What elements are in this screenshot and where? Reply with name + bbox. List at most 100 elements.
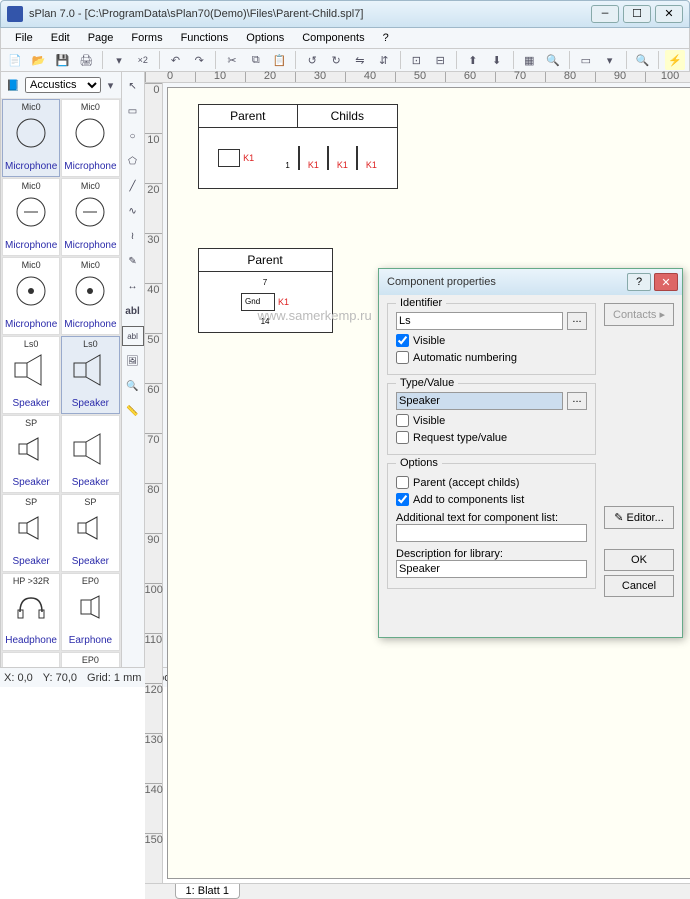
library-item[interactable]: HP >32RHeadphone — [2, 573, 60, 651]
search-icon[interactable]: 🔍 — [543, 50, 563, 70]
library-item[interactable]: Mic0Microphone — [2, 178, 60, 256]
redo-icon[interactable]: ↷ — [189, 50, 209, 70]
library-item[interactable]: Mic0Microphone — [2, 99, 60, 177]
dialog-titlebar[interactable]: Component properties ? ✕ — [379, 269, 682, 295]
editor-button[interactable]: ✎ Editor... — [604, 506, 674, 529]
menu-functions[interactable]: Functions — [173, 30, 237, 46]
contacts-button[interactable]: Contacts ▸ — [604, 303, 674, 326]
rotate-right-icon[interactable]: ↻ — [326, 50, 346, 70]
typevalue-visible-check[interactable]: Visible — [396, 414, 587, 427]
dimension-icon[interactable]: ↔ — [122, 276, 144, 296]
menu-help[interactable]: ? — [375, 30, 397, 46]
library-item[interactable]: Mic0Microphone — [2, 257, 60, 335]
menu-edit[interactable]: Edit — [43, 30, 78, 46]
typevalue-request-check[interactable]: Request type/value — [396, 431, 587, 444]
group-icon[interactable]: ⊡ — [406, 50, 426, 70]
grid-icon[interactable]: ▦ — [519, 50, 539, 70]
library-item[interactable]: SPSpeaker — [61, 494, 119, 572]
minimize-button[interactable]: — — [591, 5, 619, 23]
menu-components[interactable]: Components — [294, 30, 372, 46]
typevalue-input[interactable] — [396, 392, 563, 410]
magnify-icon[interactable]: 🔍 — [632, 50, 652, 70]
zoom-dropdown-icon[interactable]: ▾ — [109, 50, 129, 70]
library-item[interactable]: SPSpeaker — [2, 494, 60, 572]
paste-icon[interactable]: 📋 — [270, 50, 290, 70]
parent-check[interactable]: Parent (accept childs) — [396, 476, 587, 489]
copy-icon[interactable]: ⧉ — [246, 50, 266, 70]
contact-icon — [356, 146, 358, 170]
mirror-h-icon[interactable]: ⇋ — [350, 50, 370, 70]
library-item[interactable]: SPSpeaker — [2, 415, 60, 493]
zoom2x-icon[interactable]: ×2 — [133, 50, 153, 70]
rotate-left-icon[interactable]: ↺ — [302, 50, 322, 70]
measure-icon[interactable]: 📏 — [122, 401, 144, 421]
lightning-icon[interactable]: ⚡ — [665, 50, 685, 70]
identifier-group: Identifier ... Visible Automatic numberi… — [387, 303, 596, 375]
save-icon[interactable]: 💾 — [53, 50, 73, 70]
library-item[interactable]: EP0 — [61, 652, 119, 667]
addlist-check[interactable]: Add to components list — [396, 493, 587, 506]
identifier-input[interactable] — [396, 312, 563, 330]
arrow-icon[interactable]: ↖ — [122, 76, 144, 96]
library-item[interactable]: Ls0Speaker — [61, 336, 119, 414]
col-parent2: Parent — [199, 249, 332, 271]
k-label: K1 — [243, 153, 254, 163]
ungroup-icon[interactable]: ⊟ — [430, 50, 450, 70]
circle-icon[interactable]: ○ — [122, 126, 144, 146]
freehand-icon[interactable]: ✎ — [122, 251, 144, 271]
ok-button[interactable]: OK — [604, 549, 674, 571]
identifier-visible-check[interactable]: Visible — [396, 334, 587, 347]
print-icon[interactable]: 🖨 — [76, 50, 96, 70]
menu-file[interactable]: File — [7, 30, 41, 46]
addtext-input[interactable] — [396, 524, 587, 542]
menu-options[interactable]: Options — [238, 30, 292, 46]
back-icon[interactable]: ⬇ — [487, 50, 507, 70]
bezier-icon[interactable]: ≀ — [122, 226, 144, 246]
curve-icon[interactable]: ∿ — [122, 201, 144, 221]
menu-page[interactable]: Page — [80, 30, 122, 46]
page-icon[interactable]: ▭ — [576, 50, 596, 70]
rect-icon[interactable]: ▭ — [122, 101, 144, 121]
front-icon[interactable]: ⬆ — [463, 50, 483, 70]
dialog-close-button[interactable]: ✕ — [654, 273, 678, 291]
library-item[interactable]: EP0Earphone — [61, 573, 119, 651]
cancel-button[interactable]: Cancel — [604, 575, 674, 597]
poly-icon[interactable]: ⬠ — [122, 151, 144, 171]
library-item[interactable] — [2, 652, 60, 667]
window-title: sPlan 7.0 - [C:\ProgramData\sPlan70(Demo… — [29, 8, 587, 20]
toolbar-main: 📄 📂 💾 🖨 ▾ ×2 ↶ ↷ ✂ ⧉ 📋 ↺ ↻ ⇋ ⇵ ⊡ ⊟ ⬆ ⬇ ▦… — [0, 48, 690, 72]
library-item[interactable]: Mic0Microphone — [61, 178, 119, 256]
h-ruler: 0102030405060708090100110120130mm — [145, 72, 690, 83]
coord-x: X: 0,0 — [4, 672, 33, 684]
addtext-label: Additional text for component list: — [396, 512, 587, 524]
library-icon[interactable]: 📘 — [4, 75, 22, 95]
undo-icon[interactable]: ↶ — [166, 50, 186, 70]
typevalue-browse-button[interactable]: ... — [567, 392, 587, 410]
sheet-tab-1[interactable]: 1: Blatt 1 — [175, 884, 240, 899]
library-item[interactable]: Ls0Speaker — [2, 336, 60, 414]
library-item[interactable]: Mic0Microphone — [61, 257, 119, 335]
identifier-browse-button[interactable]: ... — [567, 312, 587, 330]
desc-input[interactable] — [396, 560, 587, 578]
zoom-tool-icon[interactable]: 🔍 — [122, 376, 144, 396]
contact-icon — [327, 146, 329, 170]
text-bold-icon[interactable]: abl — [122, 301, 144, 321]
menu-forms[interactable]: Forms — [123, 30, 170, 46]
identifier-auto-check[interactable]: Automatic numbering — [396, 351, 587, 364]
library-item[interactable]: Mic0Microphone — [61, 99, 119, 177]
maximize-button[interactable]: ☐ — [623, 5, 651, 23]
category-select[interactable]: Accustics — [25, 77, 101, 93]
library-item[interactable]: Speaker — [61, 415, 119, 493]
category-dropdown-icon[interactable]: ▾ — [104, 75, 118, 95]
open-icon[interactable]: 📂 — [29, 50, 49, 70]
mirror-v-icon[interactable]: ⇵ — [374, 50, 394, 70]
dialog-help-button[interactable]: ? — [627, 273, 651, 291]
parent-child-box[interactable]: Parent Childs K1 1 K1 K1 — [198, 104, 398, 189]
cut-icon[interactable]: ✂ — [222, 50, 242, 70]
close-button[interactable]: ✕ — [655, 5, 683, 23]
page-dropdown-icon[interactable]: ▾ — [600, 50, 620, 70]
image-icon[interactable]: 🖼 — [122, 351, 144, 371]
text-label-icon[interactable]: abl — [122, 326, 144, 346]
new-icon[interactable]: 📄 — [5, 50, 25, 70]
line-icon[interactable]: ╱ — [122, 176, 144, 196]
